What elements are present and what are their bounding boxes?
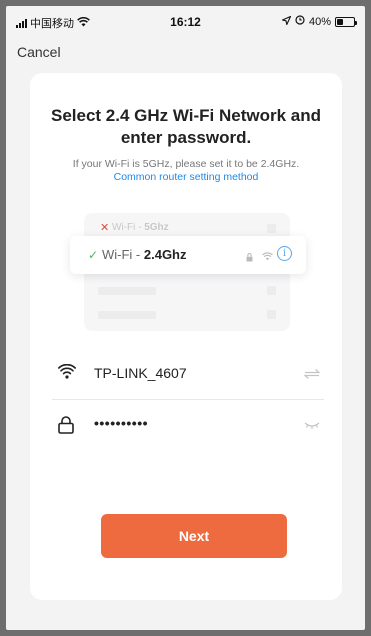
cross-icon: ✕ <box>100 222 110 234</box>
info-icon: i <box>277 246 292 261</box>
switch-network-icon[interactable] <box>303 366 321 384</box>
ssid-field[interactable]: TP-LINK_4607 <box>52 348 324 400</box>
lock-icon <box>246 249 253 267</box>
battery-percent: 40% <box>308 15 331 28</box>
hide-password-icon[interactable] <box>304 418 320 436</box>
wifi-24ghz-label: Wi-Fi - 2.4Ghz <box>102 247 187 262</box>
placeholder-square <box>267 286 276 295</box>
wifi-24ghz-row: ✓ Wi-Fi - 2.4Ghz i <box>70 236 306 274</box>
password-field[interactable]: •••••••••• <box>52 400 324 452</box>
password-value[interactable]: •••••••••• <box>94 415 148 431</box>
placeholder-square <box>267 310 276 319</box>
check-icon: ✓ <box>88 248 99 262</box>
next-button[interactable]: Next <box>101 514 287 558</box>
ssid-value[interactable]: TP-LINK_4607 <box>94 365 187 381</box>
cancel-button[interactable]: Cancel <box>17 44 61 60</box>
placeholder-square <box>267 224 276 233</box>
page-title: Select 2.4 GHz Wi-Fi Network and enter p… <box>50 106 322 147</box>
wifi-icon <box>58 363 76 384</box>
battery-icon <box>335 16 357 27</box>
wifi-5ghz-label: Wi-Fi - 5Ghz <box>112 222 169 233</box>
app-screen: 中国移动 16:12 40% Cancel Select 2.4 GHz Wi-… <box>6 6 365 630</box>
wifi-5ghz-row: ✕ Wi-Fi - 5Ghz <box>84 217 290 237</box>
router-settings-link[interactable]: Common router setting method <box>40 171 332 183</box>
wifi-setup-card: Select 2.4 GHz Wi-Fi Network and enter p… <box>30 73 342 600</box>
alarm-icon <box>295 15 305 28</box>
status-bar: 中国移动 16:12 40% <box>6 6 365 40</box>
lock-icon <box>58 416 74 439</box>
placeholder-bar <box>98 287 156 295</box>
placeholder-bar <box>98 311 156 319</box>
location-icon <box>281 15 292 28</box>
band-hint: If your Wi-Fi is 5GHz, please set it to … <box>72 158 300 170</box>
status-right: 40% <box>281 15 357 28</box>
wifi-signal-icon <box>262 248 273 266</box>
